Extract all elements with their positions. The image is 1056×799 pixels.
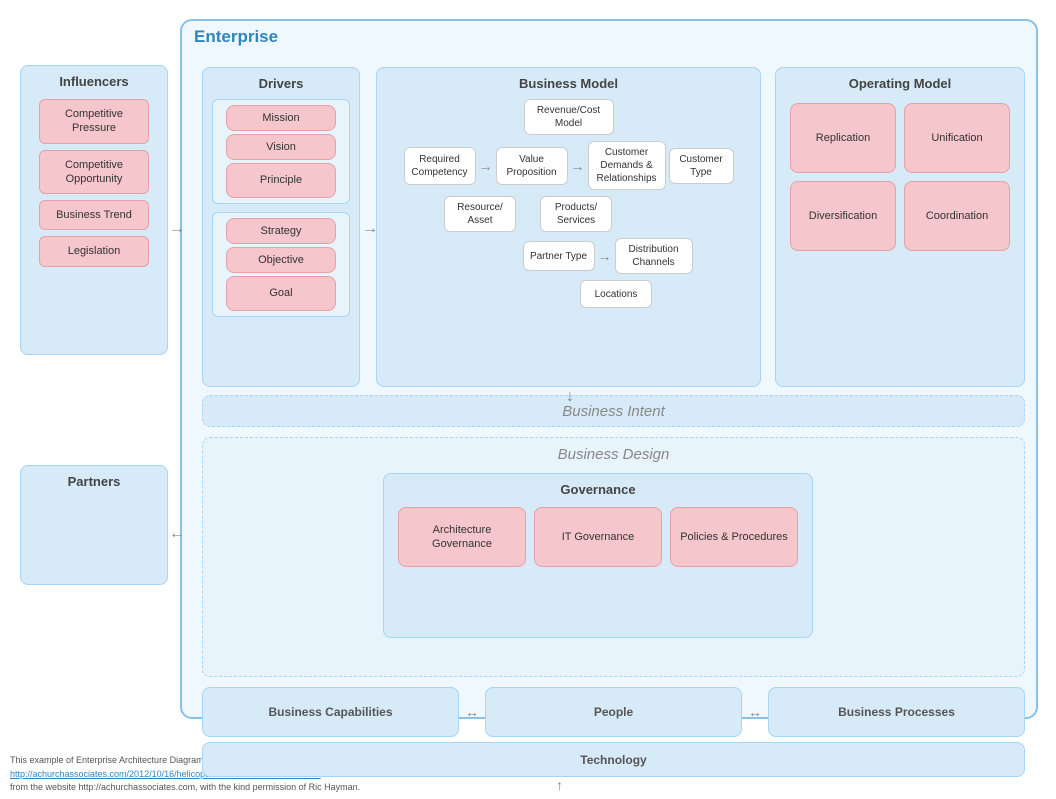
scroll-arrow: ↑ bbox=[556, 777, 563, 793]
arrow-influencers-drivers: → bbox=[169, 220, 185, 238]
governance-title: Governance bbox=[560, 482, 635, 497]
business-trend-box: Business Trend bbox=[39, 200, 149, 230]
business-model-panel: Business Model Revenue/Cost Model Requir… bbox=[376, 67, 761, 387]
coordination-box: Coordination bbox=[904, 181, 1010, 251]
drivers-mvp-box: Mission Vision Principle bbox=[212, 99, 350, 204]
arrow-down-bm: ↓ bbox=[566, 388, 574, 406]
arrow-vp-cd: → bbox=[571, 158, 585, 174]
drivers-sog-box: Strategy Objective Goal bbox=[212, 212, 350, 317]
arrow-cap-people: ↔ bbox=[465, 687, 479, 737]
competitive-opportunity-box: Competitive Opportunity bbox=[39, 150, 149, 195]
arrow-partners-bd: ← bbox=[169, 525, 185, 543]
partners-panel: Partners bbox=[20, 465, 168, 585]
governance-panel: Governance Architecture Governance IT Go… bbox=[383, 473, 813, 638]
arrow-rc-vp: → bbox=[479, 158, 493, 174]
principle-box: Principle bbox=[226, 163, 336, 198]
resource-asset-box: Resource/ Asset bbox=[444, 196, 516, 232]
arrow-people-processes: ↔ bbox=[748, 687, 762, 737]
goal-box: Goal bbox=[226, 276, 336, 311]
enterprise-title: Enterprise bbox=[194, 27, 278, 47]
architecture-governance-box: Architecture Governance bbox=[398, 507, 526, 567]
customer-demands-box: Customer Demands & Relationships bbox=[588, 141, 666, 190]
diagram-wrapper: Enterprise Influencers Competitive Press… bbox=[10, 5, 1046, 745]
vision-box: Vision bbox=[226, 134, 336, 160]
strategy-box: Strategy bbox=[226, 218, 336, 244]
mission-box: Mission bbox=[226, 105, 336, 131]
influencers-title: Influencers bbox=[59, 74, 128, 89]
revenue-cost-box: Revenue/Cost Model bbox=[524, 99, 614, 135]
business-intent-label: Business Intent bbox=[562, 403, 665, 420]
competitive-pressure-box: Competitive Pressure bbox=[39, 99, 149, 144]
business-design-title: Business Design bbox=[558, 446, 670, 463]
legislation-box: Legislation bbox=[39, 236, 149, 266]
business-model-title: Business Model bbox=[519, 76, 618, 91]
operating-model-title: Operating Model bbox=[849, 76, 952, 91]
it-governance-box: IT Governance bbox=[534, 507, 662, 567]
distribution-channels-box: Distribution Channels bbox=[615, 238, 693, 274]
drivers-panel: Drivers Mission Vision Principle Strateg… bbox=[202, 67, 360, 387]
business-design-panel: Business Design Governance Architecture … bbox=[202, 437, 1025, 677]
business-intent-bar: Business Intent bbox=[202, 395, 1025, 427]
customer-type-box: Customer Type bbox=[669, 148, 734, 184]
products-services-box: Products/ Services bbox=[540, 196, 612, 232]
partner-type-box: Partner Type bbox=[523, 241, 595, 271]
replication-box: Replication bbox=[790, 103, 896, 173]
footnote-line3: from the website http://achurchassociate… bbox=[10, 781, 1046, 795]
capabilities-row: Business Capabilities ↔ People ↔ Busines… bbox=[202, 687, 1025, 737]
drivers-title: Drivers bbox=[259, 76, 304, 91]
technology-panel: Technology bbox=[202, 742, 1025, 777]
diversification-box: Diversification bbox=[790, 181, 896, 251]
people-panel: People bbox=[485, 687, 742, 737]
operating-model-panel: Operating Model Replication Unification … bbox=[775, 67, 1025, 387]
business-processes-panel: Business Processes bbox=[768, 687, 1025, 737]
objective-box: Objective bbox=[226, 247, 336, 273]
influencers-panel: Influencers Competitive Pressure Competi… bbox=[20, 65, 168, 355]
unification-box: Unification bbox=[904, 103, 1010, 173]
policies-procedures-box: Policies & Procedures bbox=[670, 507, 798, 567]
partners-title: Partners bbox=[68, 474, 121, 489]
required-competency-box: Required Competency bbox=[404, 147, 476, 185]
business-capabilities-panel: Business Capabilities bbox=[202, 687, 459, 737]
value-proposition-box: Value Proposition bbox=[496, 147, 568, 185]
locations-box: Locations bbox=[580, 280, 652, 308]
